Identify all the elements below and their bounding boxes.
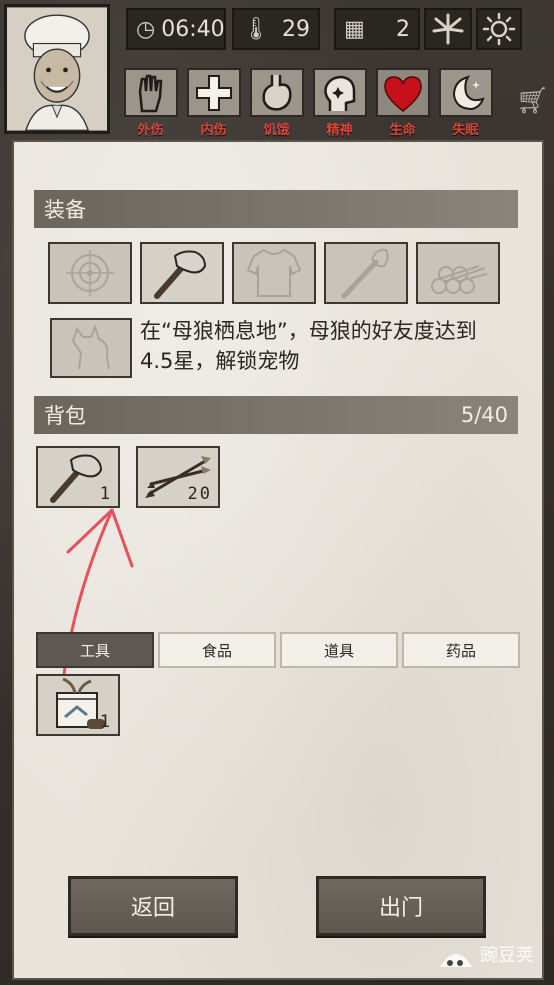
tab-food[interactable]: 食品 [158,632,276,668]
pet-unlock-hint: 在“母狼栖息地”，母狼的好友度达到4.5星，解锁宠物 [140,319,477,373]
backpack-capacity: 5/40 [460,403,508,427]
pet-slot[interactable] [50,318,132,378]
tab-item-slot-1[interactable]: 1 [36,674,120,736]
head-sparkle-icon [312,68,367,117]
leaf-weather-icon[interactable] [424,8,472,50]
wolf-icon [71,324,110,370]
status-internal-injury[interactable]: 内伤 [185,68,242,138]
clock-icon: ◷ [136,16,156,42]
back-button[interactable]: 返回 [68,876,238,936]
sun-icon[interactable] [476,8,522,50]
equipment-slot-material[interactable] [416,242,500,304]
moon-icon [438,68,493,117]
equipment-slot-armor[interactable] [232,242,316,304]
backpack-slot-2[interactable]: 20 [136,446,220,508]
pea-logo-icon [440,954,472,967]
status-hunger[interactable]: 饥饿 [248,68,305,138]
cross-icon [186,68,241,117]
temperature-display: 🌡︎ 29 [232,8,320,50]
category-tabs: 工具 食品 道具 药品 [36,632,520,668]
status-insomnia[interactable]: 失眠 [437,68,494,138]
watermark: 豌豆荚 [436,937,534,971]
time-display: ◷ 06:40 [126,8,226,50]
status-external-injury[interactable]: 外伤 [122,68,179,138]
equipment-slot-tool[interactable] [140,242,224,304]
tab-medicine[interactable]: 药品 [402,632,520,668]
tab-tools[interactable]: 工具 [36,632,154,668]
shirt-icon [246,248,302,297]
hand-icon [123,68,178,117]
equipment-slot-torch[interactable] [324,242,408,304]
stone-axe-icon [154,250,207,299]
chef-avatar[interactable] [4,4,110,134]
status-row: 外伤 内伤 饥饿 精神 生命 失眠 [122,68,494,138]
torch-icon [341,248,389,299]
equipment-slot-weapon[interactable] [48,242,132,304]
status-mental[interactable]: 精神 [311,68,368,138]
tab-props[interactable]: 道具 [280,632,398,668]
logs-bundle-icon [431,265,488,294]
backpack-header: 背包 5/40 [34,396,518,434]
backpack-slot-1[interactable]: 1 [36,446,120,508]
stomach-icon [249,68,304,117]
status-health[interactable]: 生命 [374,68,431,138]
calendar-icon: ▦ [344,16,365,42]
heart-icon [375,68,430,117]
target-icon [66,250,114,296]
go-out-button[interactable]: 出门 [316,876,486,936]
equipment-header: 装备 [34,190,518,228]
chef-portrait-icon [7,7,107,131]
thermometer-icon: 🌡︎ [242,16,270,42]
shopping-cart-icon[interactable]: 🛒︎ [516,86,549,116]
day-display: ▦ 2 [334,8,420,50]
